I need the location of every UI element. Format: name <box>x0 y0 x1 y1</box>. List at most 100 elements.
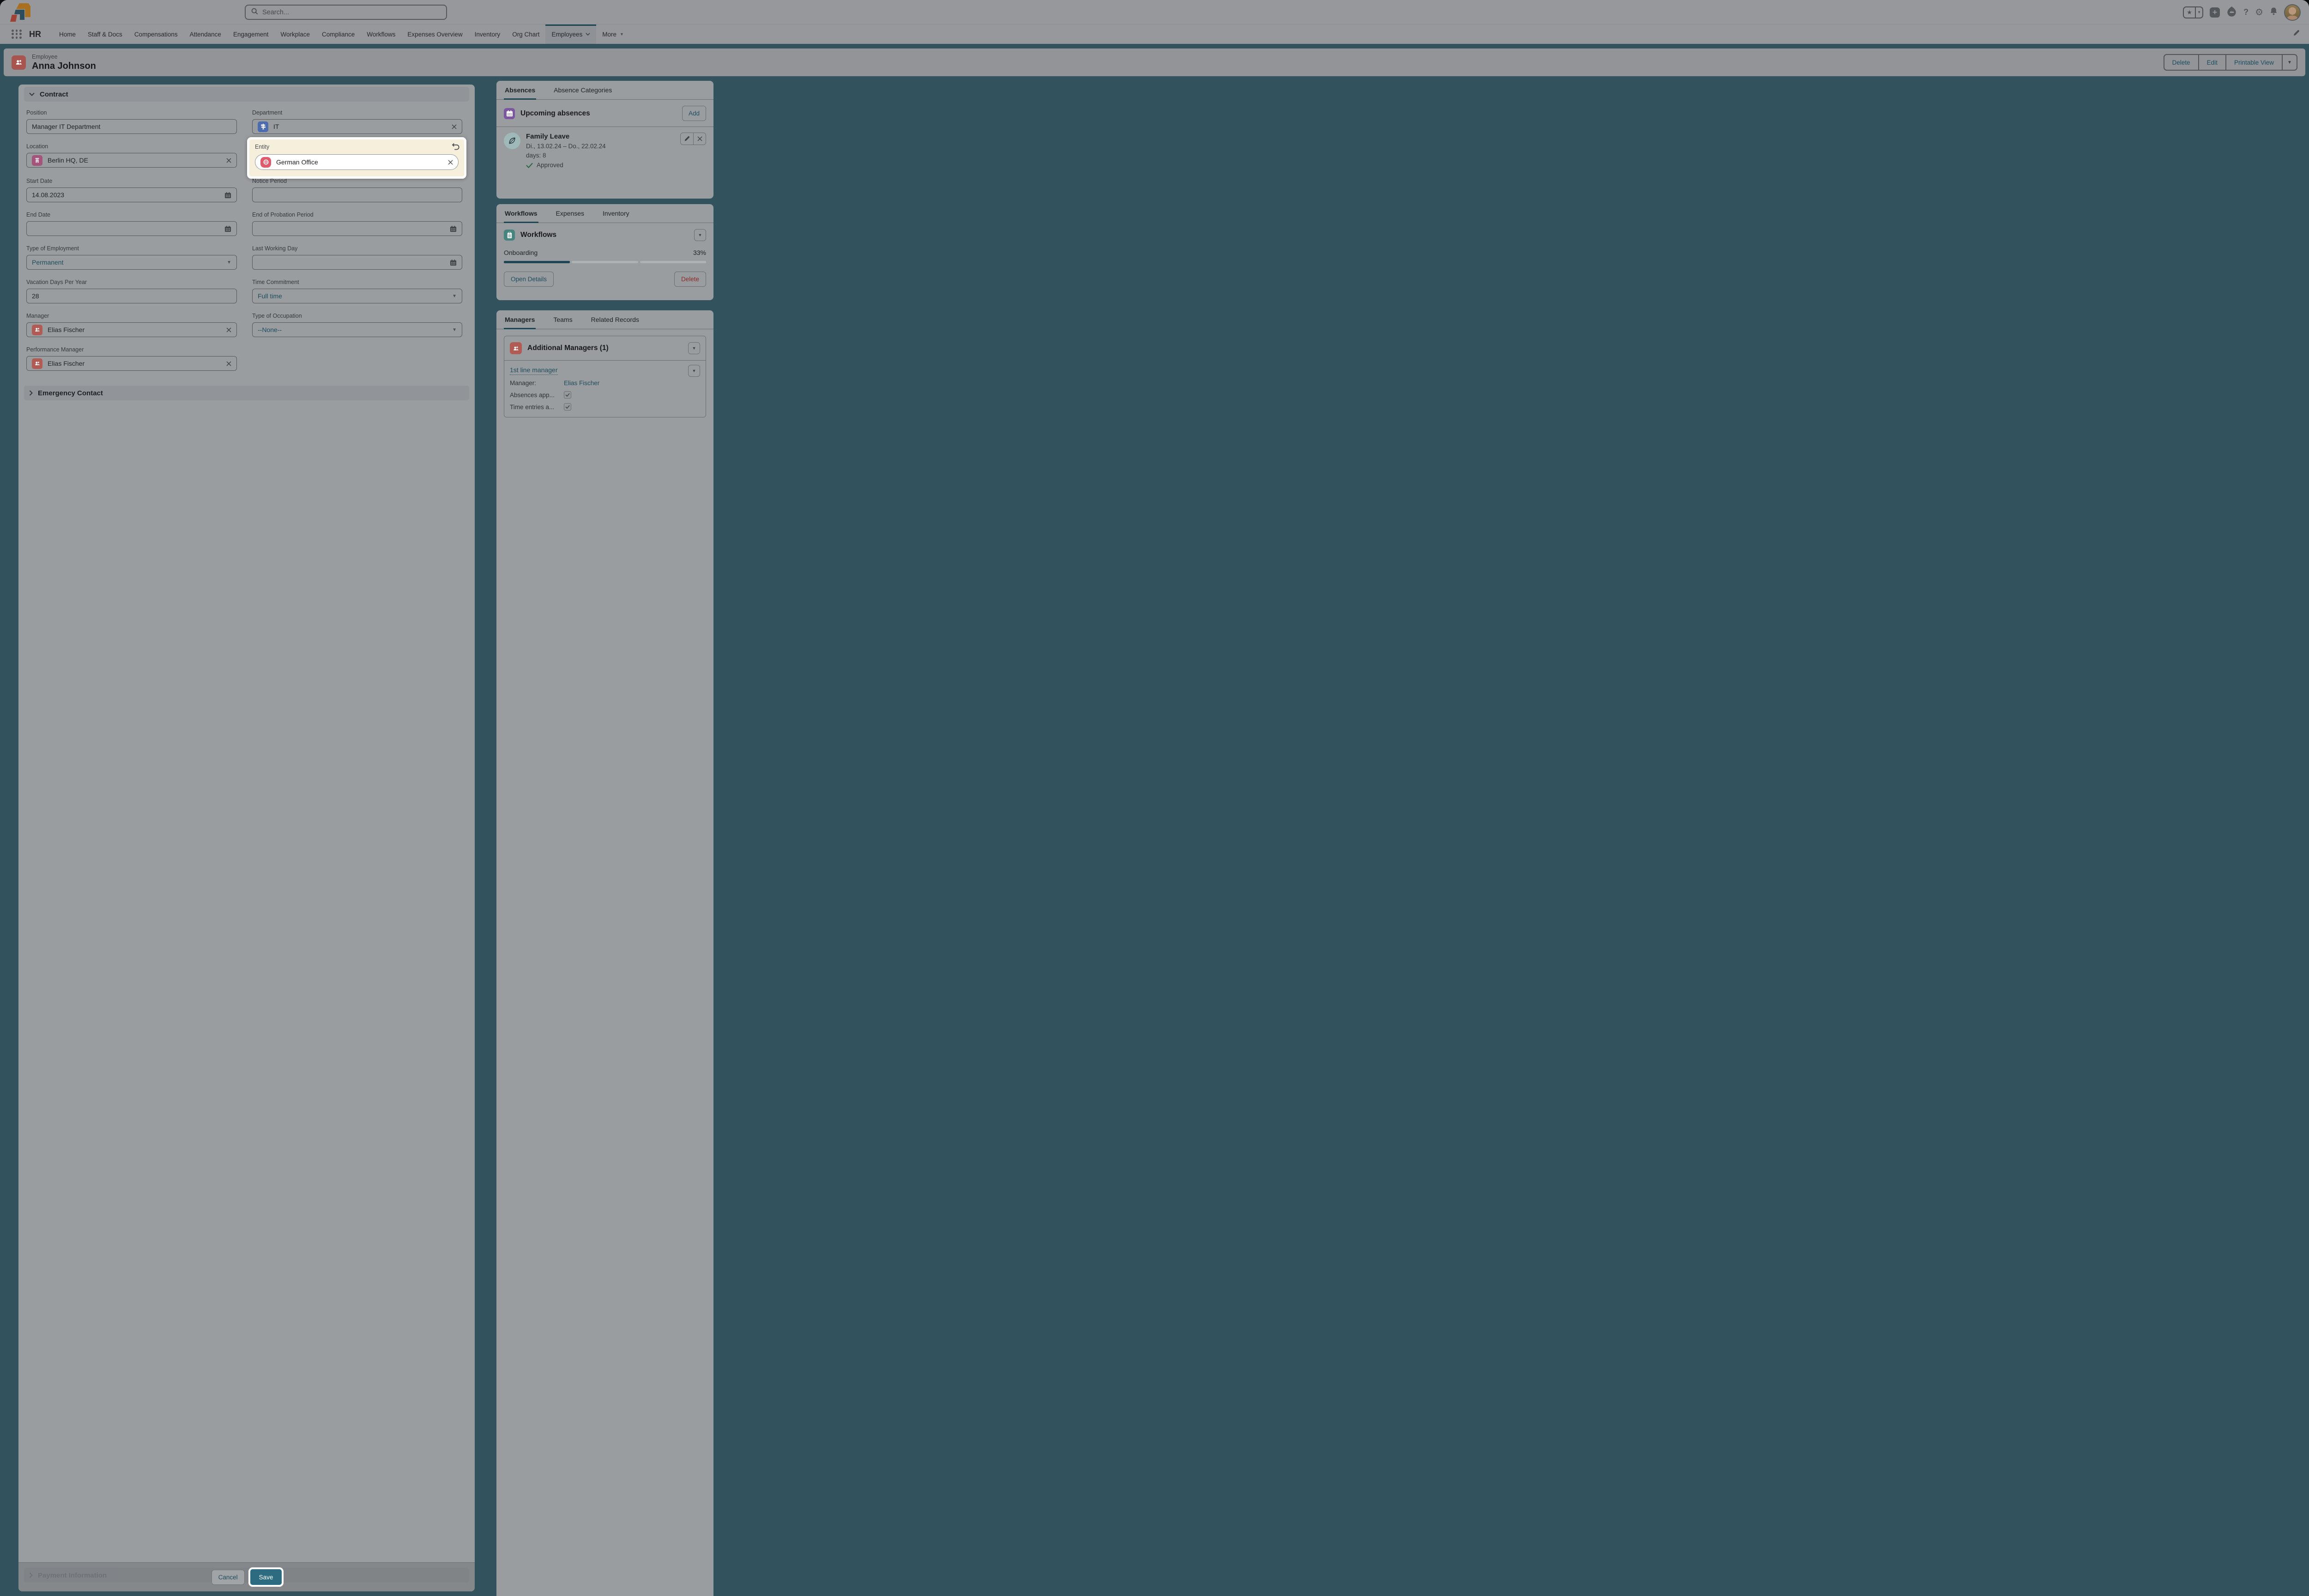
setup-gear-icon[interactable]: ⚙ <box>2255 6 2263 18</box>
star-icon[interactable]: ★ <box>2184 7 2195 18</box>
remove-location-icon[interactable] <box>226 157 231 163</box>
caret-down-icon: ▼ <box>452 293 457 299</box>
tab-more[interactable]: More ▼ <box>596 24 630 44</box>
tab-compensations[interactable]: Compensations <box>128 24 184 44</box>
save-button[interactable]: Save <box>250 1569 282 1585</box>
favorites-button[interactable]: ★ ▼ <box>2183 6 2204 18</box>
remove-department-icon[interactable] <box>452 124 457 129</box>
tab-inventory-panel[interactable]: Inventory <box>602 208 630 223</box>
vacation-days-input[interactable]: 28 <box>26 289 237 303</box>
workflow-name: Onboarding <box>504 249 538 256</box>
manager-row-caret-button[interactable]: ▼ <box>688 365 700 377</box>
performance-manager-lookup[interactable]: Elias Fischer <box>26 356 237 371</box>
calendar-icon[interactable] <box>224 192 231 199</box>
field-location: Location Berlin HQ, DE <box>26 143 237 169</box>
app-launcher-icon[interactable] <box>12 29 22 39</box>
tab-inventory[interactable]: Inventory <box>469 24 507 44</box>
type-employment-select[interactable]: Permanent ▼ <box>26 255 237 270</box>
favorites-caret-icon[interactable]: ▼ <box>2195 7 2202 18</box>
workflow-caret-button[interactable]: ▼ <box>694 229 706 241</box>
remove-entity-icon[interactable] <box>448 159 453 165</box>
manager-row-label: Manager: <box>510 380 537 387</box>
section-emergency-contact[interactable]: Emergency Contact <box>24 386 469 400</box>
notice-period-input[interactable] <box>252 187 462 202</box>
tab-expenses-overview[interactable]: Expenses Overview <box>401 24 468 44</box>
entity-lookup[interactable]: German Office <box>255 154 459 170</box>
delete-button[interactable]: Delete <box>2164 55 2198 70</box>
caret-down-icon: ▼ <box>620 32 624 36</box>
trailhead-icon[interactable] <box>2226 6 2237 19</box>
time-entries-checkbox[interactable] <box>564 403 571 411</box>
add-absence-button[interactable]: Add <box>682 106 706 121</box>
employee-edit-card: Contract Position Manager IT Department … <box>18 85 475 1591</box>
record-header: Employee Anna Johnson Delete Edit Printa… <box>4 48 2305 76</box>
absences-approver-label: Absences app... <box>510 391 555 399</box>
tab-related-records-panel[interactable]: Related Records <box>590 314 640 329</box>
edit-pencil-icon[interactable] <box>681 133 693 145</box>
section-contract[interactable]: Contract <box>24 87 469 102</box>
field-type-occupation: Type of Occupation --None-- ▼ <box>252 313 462 337</box>
absence-calendar-icon <box>504 108 515 119</box>
tab-attendance[interactable]: Attendance <box>184 24 227 44</box>
tab-absence-categories[interactable]: Absence Categories <box>553 85 613 100</box>
position-input[interactable]: Manager IT Department <box>26 119 237 134</box>
user-avatar[interactable] <box>2284 4 2301 21</box>
tab-workplace[interactable]: Workplace <box>275 24 316 44</box>
tab-teams-panel[interactable]: Teams <box>552 314 573 329</box>
location-lookup[interactable]: Berlin HQ, DE <box>26 153 237 168</box>
managers-caret-button[interactable]: ▼ <box>688 342 700 354</box>
person-icon <box>32 324 42 335</box>
open-details-button[interactable]: Open Details <box>504 272 554 287</box>
notifications-bell-icon[interactable] <box>2270 7 2278 18</box>
edit-footer: Cancel Save <box>18 1562 475 1591</box>
field-vacation-days: Vacation Days Per Year 28 <box>26 279 237 303</box>
edit-nav-pencil-icon[interactable] <box>2293 30 2300 39</box>
undo-icon[interactable] <box>452 143 460 152</box>
printable-view-button[interactable]: Printable View <box>2225 55 2282 70</box>
absences-approver-checkbox[interactable] <box>564 391 571 399</box>
calendar-icon[interactable] <box>450 259 457 266</box>
department-lookup[interactable]: IT <box>252 119 462 134</box>
absence-title: Family Leave <box>526 133 570 140</box>
field-performance-manager: Performance Manager Elias Fischer <box>26 346 237 371</box>
delete-x-icon[interactable] <box>693 133 706 145</box>
tab-compliance[interactable]: Compliance <box>316 24 361 44</box>
type-occupation-select[interactable]: --None-- ▼ <box>252 322 462 337</box>
calendar-icon[interactable] <box>450 225 457 232</box>
tab-workflows-panel[interactable]: Workflows <box>504 208 538 223</box>
quick-create-icon[interactable]: + <box>2210 7 2220 18</box>
tab-home[interactable]: Home <box>53 24 82 44</box>
field-last-working-day: Last Working Day <box>252 245 462 270</box>
help-icon[interactable]: ? <box>2243 7 2249 17</box>
tab-workflows[interactable]: Workflows <box>361 24 401 44</box>
tab-org-chart[interactable]: Org Chart <box>506 24 545 44</box>
tab-expenses-panel[interactable]: Expenses <box>555 208 585 223</box>
cancel-button[interactable]: Cancel <box>211 1569 245 1585</box>
manager-lookup[interactable]: Elias Fischer <box>26 322 237 337</box>
delete-workflow-button[interactable]: Delete <box>674 272 706 287</box>
remove-manager-icon[interactable] <box>226 327 231 332</box>
end-probation-input[interactable] <box>252 221 462 236</box>
remove-performance-manager-icon[interactable] <box>226 361 231 366</box>
field-notice-period: Notice Period <box>252 178 462 202</box>
last-working-day-input[interactable] <box>252 255 462 270</box>
global-search-input[interactable]: Search... <box>245 5 447 20</box>
tab-staff-docs[interactable]: Staff & Docs <box>82 24 128 44</box>
time-commitment-select[interactable]: Full time ▼ <box>252 289 462 303</box>
tab-engagement[interactable]: Engagement <box>227 24 275 44</box>
record-action-group: Delete Edit Printable View ▼ <box>2163 54 2297 71</box>
edit-button[interactable]: Edit <box>2198 55 2225 70</box>
first-line-manager-link[interactable]: 1st line manager <box>510 366 558 375</box>
tab-employees-active[interactable]: Employees <box>545 24 597 44</box>
end-date-input[interactable] <box>26 221 237 236</box>
clipboard-icon <box>504 230 515 241</box>
tab-managers-panel[interactable]: Managers <box>504 314 536 329</box>
more-actions-caret-icon[interactable]: ▼ <box>2282 55 2297 70</box>
calendar-icon[interactable] <box>224 225 231 232</box>
leaf-icon <box>504 133 520 149</box>
manager-name-link[interactable]: Elias Fischer <box>564 380 599 387</box>
entity-field-highlight: Entity German Office <box>247 137 466 179</box>
tab-absences[interactable]: Absences <box>504 85 537 100</box>
field-manager: Manager Elias Fischer <box>26 313 237 337</box>
start-date-input[interactable]: 14.08.2023 <box>26 187 237 202</box>
